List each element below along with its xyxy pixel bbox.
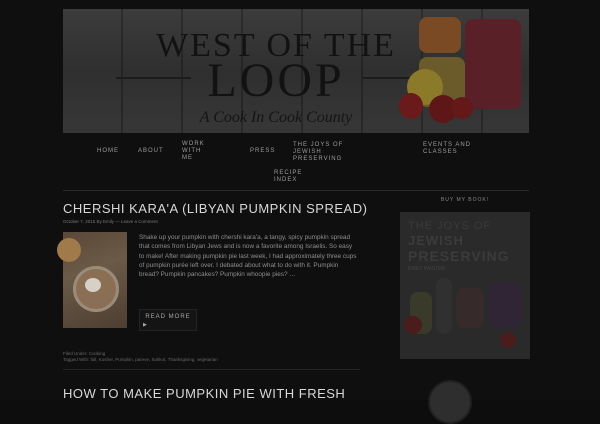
nav-about[interactable]: ABOUT: [138, 148, 164, 155]
jar-icon: [456, 288, 484, 328]
header-banner[interactable]: WEST OF THE LOOP A Cook In Cook County: [63, 9, 529, 133]
post-divider: [63, 369, 360, 370]
book-cover[interactable]: THE JOYS OF JEWISH PRESERVING EMILY PAIS…: [400, 212, 530, 359]
book-title-line1: THE JOYS OF: [408, 220, 492, 232]
book-title-line3: PRESERVING: [408, 248, 510, 264]
jar-icon: [436, 278, 452, 334]
fruit-icon: [404, 316, 422, 334]
main-navigation: HOME ABOUT WORK WITH ME PRESS THE JOYS O…: [63, 138, 529, 191]
fruit-icon: [500, 332, 516, 348]
buy-book-label: BUY MY BOOK!: [440, 197, 490, 203]
post-thumbnail[interactable]: [57, 232, 127, 328]
page: WEST OF THE LOOP A Cook In Cook County H…: [0, 0, 600, 424]
strawberry-icon: [399, 93, 423, 119]
nav-press[interactable]: PRESS: [250, 148, 275, 155]
jam-jar-icon: [419, 17, 461, 53]
dollop-image: [85, 278, 101, 292]
brand-main-text: LOOP: [207, 54, 345, 107]
post-title-2[interactable]: HOW TO MAKE PUMPKIN PIE WITH FRESH: [63, 386, 345, 401]
author-avatar: [428, 380, 472, 424]
nav-recipe-index[interactable]: RECIPE INDEX: [274, 170, 302, 184]
post-excerpt: Shake up your pumpkin with chershi kara'…: [139, 234, 357, 279]
tagged-with[interactable]: Tagged With: fall, Kosher, Pumpkin, pare…: [63, 357, 218, 362]
book-title-line2: JEWISH: [408, 233, 464, 248]
book-author: EMILY PAISTER: [408, 266, 445, 272]
read-more-button[interactable]: READ MORE ▶: [139, 309, 197, 331]
post-meta: October 7, 2015 By Emily — Leave a Comme…: [63, 219, 158, 224]
nav-work-with-me[interactable]: WORK WITH ME: [182, 141, 212, 162]
play-arrow-icon: ▶: [143, 322, 147, 328]
nav-events-and-classes[interactable]: EVENTS AND CLASSES: [423, 142, 473, 156]
read-more-label: READ MORE: [145, 314, 191, 320]
nav-home[interactable]: HOME: [97, 148, 119, 155]
nav-joys-of-jewish-preserving[interactable]: THE JOYS OF JEWISH PRESERVING: [293, 142, 373, 163]
filed-under[interactable]: Filed Under: Cooking: [63, 351, 105, 356]
strawberry-icon: [451, 97, 473, 119]
jam-jar-icon: [465, 19, 521, 109]
jar-icon: [488, 282, 522, 328]
brand-tagline: A Cook In Cook County: [199, 109, 353, 126]
post-title[interactable]: CHERSHI KARA'A (LIBYAN PUMPKIN SPREAD): [63, 201, 367, 216]
pumpkin-bowl-image: [57, 238, 81, 262]
